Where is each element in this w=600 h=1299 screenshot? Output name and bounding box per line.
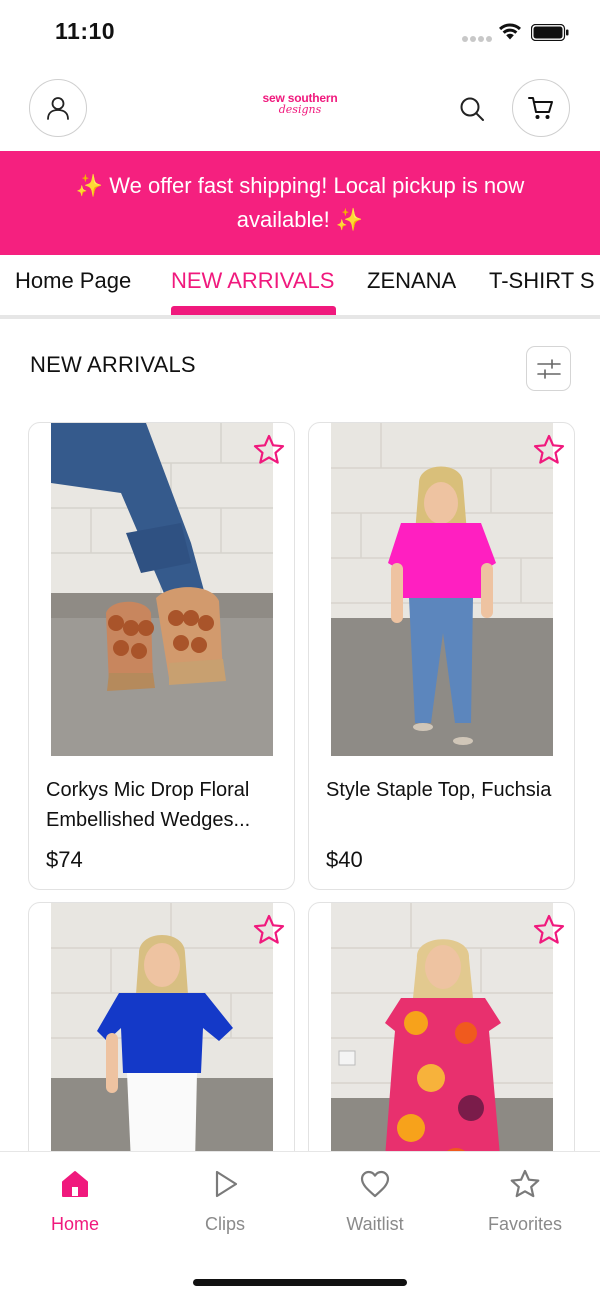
active-tab-indicator xyxy=(171,306,336,315)
favorite-star-icon[interactable] xyxy=(252,913,286,947)
tab-new-arrivals[interactable]: NEW ARRIVALS xyxy=(171,267,334,307)
brand-logo[interactable]: sew southern designs xyxy=(252,92,348,126)
nav-label-home: Home xyxy=(50,1214,99,1234)
nav-item-favorites[interactable]: Favorites xyxy=(450,1152,600,1252)
search-button[interactable] xyxy=(455,92,489,126)
nav-item-home[interactable]: Home xyxy=(0,1152,150,1252)
tab-home-page[interactable]: Home Page xyxy=(15,267,131,307)
home-indicator xyxy=(193,1279,407,1286)
product-name[interactable]: Style Staple Top, Fuchsia xyxy=(326,775,566,805)
banner-text: ✨ We offer fast shipping! Local pickup i… xyxy=(75,173,525,232)
signal-dots-icon xyxy=(462,36,492,42)
product-price: $40 xyxy=(326,847,363,872)
filter-sliders-icon xyxy=(536,358,561,379)
heart-icon xyxy=(360,1170,390,1198)
favorite-star-icon[interactable] xyxy=(532,433,566,467)
battery-icon xyxy=(531,24,569,41)
account-icon xyxy=(47,97,69,120)
tab-t-shirt[interactable]: T-SHIRT S xyxy=(489,267,595,307)
product-image[interactable] xyxy=(331,423,553,756)
tab-zenana[interactable]: ZENANA xyxy=(367,267,456,307)
status-bar: 11:10 xyxy=(0,0,600,66)
section-title: NEW ARRIVALS xyxy=(30,352,196,377)
product-card[interactable]: Corkys Mic Drop Floral Embellished Wedge… xyxy=(28,422,295,890)
favorite-star-icon[interactable] xyxy=(252,433,286,467)
product-card[interactable]: Style Staple Top, Fuchsia $40 xyxy=(308,422,575,890)
star-icon xyxy=(510,1169,540,1198)
account-button[interactable] xyxy=(29,79,87,137)
cart-icon xyxy=(528,97,553,119)
cart-button[interactable] xyxy=(512,79,570,137)
nav-label-favorites: Favorites xyxy=(487,1214,563,1234)
product-image[interactable] xyxy=(51,423,273,756)
product-price: $74 xyxy=(46,847,83,872)
app-header: sew southern designs xyxy=(0,66,600,151)
wifi-icon xyxy=(499,23,521,40)
bottom-navigation: Home Clips Waitlist Favorites xyxy=(0,1151,600,1299)
favorite-star-icon[interactable] xyxy=(532,913,566,947)
home-icon xyxy=(62,1171,88,1197)
nav-item-clips[interactable]: Clips xyxy=(150,1152,300,1252)
play-icon xyxy=(215,1170,238,1198)
announcement-banner: ✨ We offer fast shipping! Local pickup i… xyxy=(0,151,600,255)
product-name[interactable]: Corkys Mic Drop Floral Embellished Wedge… xyxy=(46,775,286,835)
filter-button[interactable] xyxy=(526,346,571,391)
nav-label-clips: Clips xyxy=(204,1214,245,1234)
search-icon xyxy=(460,97,484,121)
nav-label-waitlist: Waitlist xyxy=(346,1214,404,1234)
logo-text-bottom: designs xyxy=(278,103,322,116)
nav-item-waitlist[interactable]: Waitlist xyxy=(300,1152,450,1252)
status-time: 11:10 xyxy=(55,18,116,44)
